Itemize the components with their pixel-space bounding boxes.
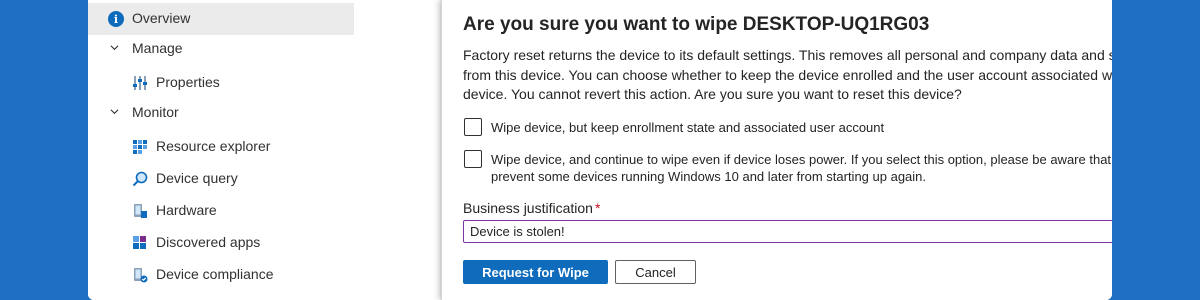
required-mark: * [594,200,601,216]
justification-field [463,220,1112,243]
continue-wipe-label: Wipe device, and continue to wipe even i… [491,152,1112,184]
cancel-button[interactable]: Cancel [615,260,696,284]
nav-group-label: Manage [132,40,183,56]
chevron-down-icon [110,109,119,115]
side-navigation: i Overview Manage Properties Monitor Res… [88,0,354,300]
nav-item-label: Discovered apps [156,234,261,250]
keep-enrollment-checkbox[interactable] [464,118,482,136]
nav-item-device-query[interactable]: Device query [88,163,354,195]
nav-item-hardware[interactable]: Hardware [88,195,354,227]
dialog-description: Factory reset returns the device to its … [463,47,1112,102]
keep-enrollment-label: Wipe device, but keep enrollment state a… [491,120,885,135]
option-continue-wipe: Wipe device, and continue to wipe even i… [464,150,1112,185]
chevron-down-icon [110,45,119,51]
request-wipe-button[interactable]: Request for Wipe [463,260,608,284]
device-compliance-icon [132,267,148,283]
option-keep-enrollment: Wipe device, but keep enrollment state a… [464,118,1112,136]
wipe-dialog: Are you sure you want to wipe DESKTOP-UQ… [441,0,1112,300]
justification-label: Business justification * [463,200,600,216]
justification-label-text: Business justification [463,200,593,216]
properties-icon [132,75,148,91]
nav-item-label: Overview [132,10,191,26]
portal-window: i Overview Manage Properties Monitor Res… [88,0,1112,300]
continue-wipe-checkbox[interactable] [464,150,482,168]
justification-input[interactable] [464,221,1112,242]
dialog-title: Are you sure you want to wipe DESKTOP-UQ… [463,14,930,35]
resource-explorer-icon [132,139,148,155]
nav-item-label: Device compliance [156,266,274,282]
nav-item-discovered-apps[interactable]: Discovered apps [88,227,354,259]
nav-group-monitor[interactable]: Monitor [88,97,354,129]
nav-group-manage[interactable]: Manage [88,33,354,65]
nav-group-label: Monitor [132,104,179,120]
device-query-icon [132,171,148,187]
nav-item-device-compliance[interactable]: Device compliance [88,259,354,291]
discovered-apps-icon [132,235,148,251]
nav-item-overview[interactable]: i Overview [88,3,354,35]
info-icon: i [108,11,124,27]
hardware-icon [132,203,148,219]
nav-item-properties[interactable]: Properties [88,67,354,99]
nav-item-label: Properties [156,74,220,90]
nav-item-label: Device query [156,170,238,186]
nav-item-resource-explorer[interactable]: Resource explorer [88,131,354,163]
nav-item-label: Hardware [156,202,217,218]
nav-item-label: Resource explorer [156,138,271,154]
